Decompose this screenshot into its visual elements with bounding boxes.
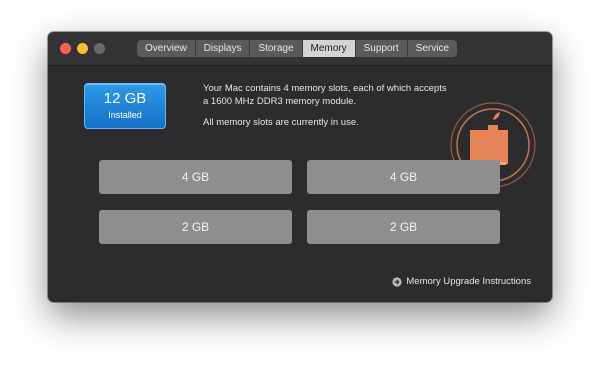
title-bar[interactable]: Overview Displays Storage Memory Support… [48,32,552,66]
close-icon[interactable] [60,43,71,54]
memory-slot-2: 4 GB [307,160,500,194]
memory-upgrade-label[interactable]: Memory Upgrade Instructions [406,276,531,287]
arrow-circle-right-icon [392,276,402,287]
tab-bar: Overview Displays Storage Memory Support… [137,40,458,57]
memory-slot-3: 2 GB [99,210,292,244]
memory-slot-1: 4 GB [99,160,292,194]
tab-service[interactable]: Service [408,40,457,57]
slots-status-text: All memory slots are currently in use. [203,117,359,128]
tab-overview[interactable]: Overview [137,40,196,57]
installed-memory-badge: 12 GB Installed [84,83,166,129]
tab-memory[interactable]: Memory [302,40,356,57]
memory-slot-4: 2 GB [307,210,500,244]
tab-storage[interactable]: Storage [250,40,303,57]
desktop: Overview Displays Storage Memory Support… [0,0,600,368]
description-line-1: Your Mac contains 4 memory slots, each o… [203,83,447,94]
tab-displays[interactable]: Displays [196,40,251,57]
description-line-2: a 1600 MHz DDR3 memory module. [203,95,357,107]
installed-memory-label: Installed [108,110,142,120]
zoom-icon[interactable] [94,43,105,54]
memory-upgrade-link[interactable]: Memory Upgrade Instructions [392,276,531,287]
minimize-icon[interactable] [77,43,88,54]
about-this-mac-window: Overview Displays Storage Memory Support… [48,32,552,302]
tab-support[interactable]: Support [356,40,408,57]
installed-memory-size: 12 GB [103,90,147,107]
